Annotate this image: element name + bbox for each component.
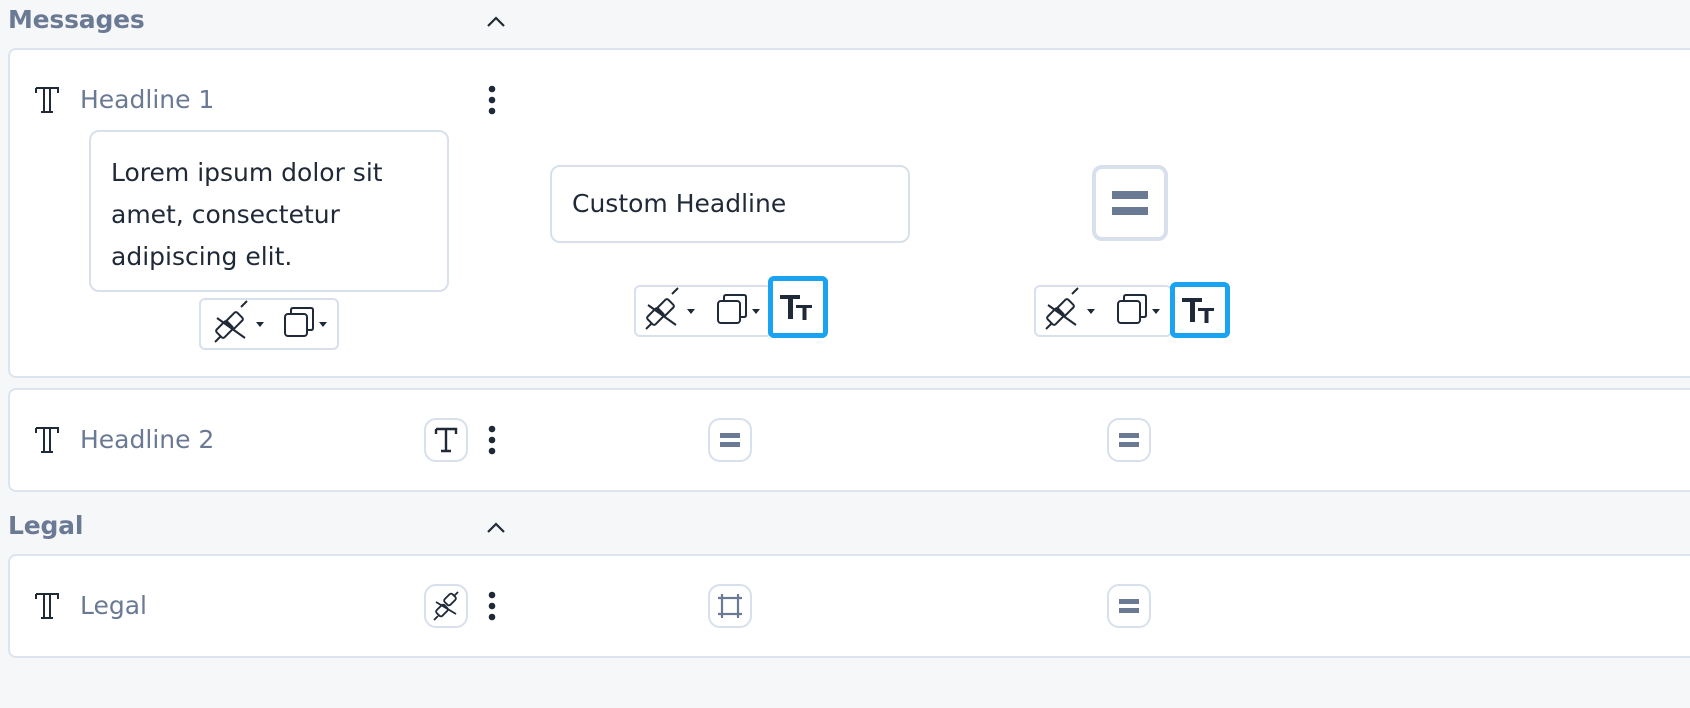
- custom-headline-input[interactable]: Custom Headline: [550, 165, 910, 243]
- copy-dropdown-button[interactable]: [712, 287, 768, 335]
- section-title-messages: Messages: [8, 5, 145, 34]
- row-card-headline-2: [8, 388, 1690, 492]
- text-size-button[interactable]: [1170, 282, 1230, 338]
- equals-button[interactable]: [1107, 418, 1151, 462]
- align-equals-button[interactable]: [1092, 165, 1168, 241]
- serif-t-icon: [434, 427, 458, 453]
- unlink-button[interactable]: [424, 584, 468, 628]
- chevron-up-icon[interactable]: [484, 516, 508, 540]
- row-label-legal: Legal: [80, 591, 148, 620]
- equals-button[interactable]: [708, 418, 752, 462]
- unlink-icon: [433, 591, 459, 621]
- text-type-icon: [32, 84, 62, 116]
- align-toolbar: [1034, 285, 1172, 337]
- body-text-field[interactable]: Lorem ipsum dolor sit amet, consectetur …: [89, 130, 449, 292]
- row-label-headline-2: Headline 2: [80, 425, 215, 454]
- custom-headline-toolbar: [634, 285, 772, 337]
- text-type-icon: [32, 590, 62, 622]
- unlink-dropdown-button[interactable]: [642, 287, 702, 335]
- more-vertical-icon[interactable]: [486, 84, 498, 116]
- body-text-toolbar: [199, 298, 339, 350]
- text-size-icon: [780, 295, 812, 320]
- custom-headline-value: Custom Headline: [572, 189, 787, 218]
- equals-icon: [1112, 191, 1148, 215]
- equals-button[interactable]: [1107, 584, 1151, 628]
- section-title-legal: Legal: [8, 511, 84, 540]
- equals-icon: [720, 433, 740, 447]
- chevron-up-icon[interactable]: [484, 10, 508, 34]
- row-label-headline-1: Headline 1: [80, 85, 215, 114]
- more-vertical-icon[interactable]: [486, 424, 498, 456]
- unlink-dropdown-button[interactable]: [211, 300, 271, 348]
- crop-frame-button[interactable]: [708, 584, 752, 628]
- copy-dropdown-button[interactable]: [279, 300, 335, 348]
- text-style-button[interactable]: [424, 418, 468, 462]
- body-text-value: Lorem ipsum dolor sit amet, consectetur …: [111, 158, 383, 271]
- crop-frame-icon: [718, 594, 742, 618]
- text-size-button[interactable]: [768, 276, 828, 338]
- copy-dropdown-button[interactable]: [1112, 287, 1168, 335]
- unlink-dropdown-button[interactable]: [1042, 287, 1102, 335]
- row-card-legal: [8, 554, 1690, 658]
- more-vertical-icon[interactable]: [486, 590, 498, 622]
- text-type-icon: [32, 424, 62, 456]
- equals-icon: [1119, 433, 1139, 447]
- equals-icon: [1119, 599, 1139, 613]
- text-size-icon: [1182, 298, 1214, 323]
